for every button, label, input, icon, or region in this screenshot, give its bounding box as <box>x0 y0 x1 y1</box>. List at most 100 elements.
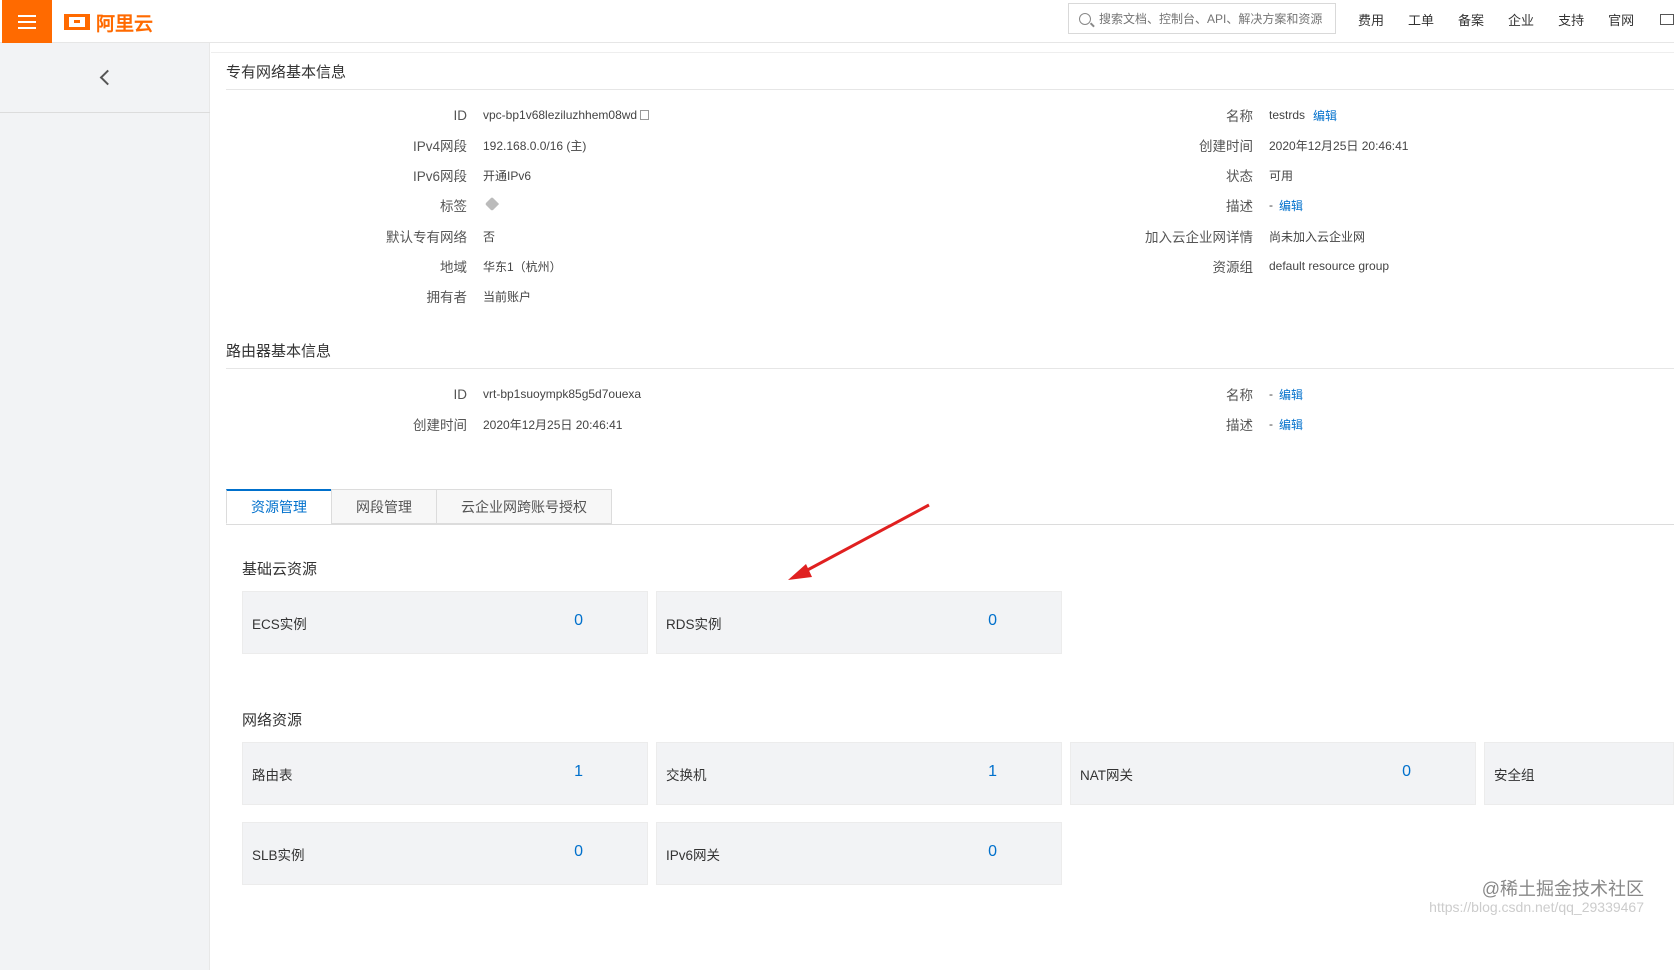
vpc-cen-row: 加入云企业网详情 尚未加入云企业网 <box>1041 227 1366 246</box>
divider <box>226 524 1674 525</box>
vpc-default-row: 默认专有网络 否 <box>271 227 495 246</box>
message-icon[interactable] <box>1660 13 1674 25</box>
nav-official-site[interactable]: 官网 <box>1608 10 1634 29</box>
router-created-label: 创建时间 <box>413 418 467 433</box>
nat-gateway-card[interactable]: NAT网关 0 <box>1070 742 1476 805</box>
card-label: 安全组 <box>1494 767 1535 783</box>
route-table-count[interactable]: 1 <box>574 763 583 781</box>
vpc-id-label: ID <box>453 107 468 123</box>
router-section-title: 路由器基本信息 <box>226 343 332 360</box>
top-nav: 费用 工单 备案 企业 支持 官网 <box>1358 0 1674 38</box>
aliyun-logo[interactable]: 阿里云 <box>64 8 153 36</box>
cen-label: 加入云企业网详情 <box>1145 230 1253 245</box>
router-id-value: vrt-bp1suoympk85g5d7ouexa <box>483 387 642 401</box>
ecs-count[interactable]: 0 <box>574 612 583 630</box>
edit-router-name-link[interactable]: 编辑 <box>1279 386 1303 403</box>
enable-ipv6-link[interactable]: 开通IPv6 <box>483 167 531 184</box>
router-desc-row: 描述 - 编辑 <box>1041 415 1303 433</box>
cen-value: 尚未加入云企业网 <box>1269 229 1366 244</box>
vpc-tag-row: 标签 <box>271 196 500 214</box>
card-label: ECS实例 <box>252 616 307 632</box>
router-description-label: 描述 <box>1226 418 1253 433</box>
vpc-ipv6-row: IPv6网段 开通IPv6 <box>271 166 531 185</box>
aliyun-logo-icon <box>64 14 90 30</box>
resource-tabs: 资源管理 网段管理 云企业网跨账号授权 <box>226 489 612 525</box>
router-name-row: 名称 - 编辑 <box>1041 385 1303 403</box>
back-button[interactable] <box>0 43 210 113</box>
copy-icon[interactable] <box>640 110 650 120</box>
vpc-desc-row: 描述 - 编辑 <box>1041 196 1303 214</box>
slb-count[interactable]: 0 <box>574 843 583 861</box>
vpc-status-row: 状态 可用 <box>1041 166 1294 185</box>
nav-ticket[interactable]: 工单 <box>1408 10 1434 29</box>
resource-group-label: 资源组 <box>1212 260 1254 275</box>
top-bar: 阿里云 费用 工单 备案 企业 支持 官网 <box>0 0 1674 43</box>
card-label: 路由表 <box>252 767 293 783</box>
owner-value: 当前账户 <box>483 289 532 304</box>
basic-resources-title: 基础云资源 <box>242 561 318 578</box>
tab-cen-authorization[interactable]: 云企业网跨账号授权 <box>436 489 612 524</box>
vpc-region-row: 地域 华东1（杭州） <box>271 257 562 276</box>
watermark: @稀土掘金技术社区 https://blog.csdn.net/qq_29339… <box>1429 879 1644 915</box>
vswitch-card[interactable]: 交换机 1 <box>656 742 1062 805</box>
description-label: 描述 <box>1226 199 1253 214</box>
router-id-label: ID <box>453 386 468 402</box>
rds-count[interactable]: 0 <box>988 612 997 630</box>
vswitch-count[interactable]: 1 <box>988 763 997 781</box>
tab-cidr-management[interactable]: 网段管理 <box>331 489 437 524</box>
nav-enterprise[interactable]: 企业 <box>1508 10 1534 29</box>
hamburger-icon <box>18 14 36 29</box>
rds-card[interactable]: RDS实例 0 <box>656 591 1062 654</box>
menu-button[interactable] <box>2 0 52 43</box>
router-id-row: ID vrt-bp1suoympk85g5d7ouexa <box>271 385 642 403</box>
nav-fee[interactable]: 费用 <box>1358 10 1384 29</box>
nav-filing[interactable]: 备案 <box>1458 10 1484 29</box>
route-table-card[interactable]: 路由表 1 <box>242 742 648 805</box>
ipv6-gateway-count[interactable]: 0 <box>988 843 997 861</box>
vpc-resource-group-row: 资源组 default resource group <box>1041 257 1390 275</box>
global-search[interactable] <box>1068 3 1336 34</box>
status-badge: 可用 <box>1269 168 1294 183</box>
vpc-name-row: 名称 testrds 编辑 <box>1041 106 1337 124</box>
security-group-card[interactable]: 安全组 <box>1484 742 1674 805</box>
search-icon <box>1079 12 1091 25</box>
edit-router-description-link[interactable]: 编辑 <box>1279 416 1303 433</box>
ecs-card[interactable]: ECS实例 0 <box>242 591 648 654</box>
edit-name-link[interactable]: 编辑 <box>1313 107 1337 124</box>
edit-description-link[interactable]: 编辑 <box>1279 197 1303 214</box>
description-value: - <box>1269 198 1273 212</box>
nav-support[interactable]: 支持 <box>1558 10 1584 29</box>
name-label: 名称 <box>1226 109 1253 124</box>
router-created-row: 创建时间 2020年12月25日 20:46:41 <box>271 415 623 434</box>
region-label: 地域 <box>440 260 467 275</box>
status-label: 状态 <box>1226 169 1253 184</box>
owner-label: 拥有者 <box>426 290 468 305</box>
vpc-owner-row: 拥有者 当前账户 <box>271 287 532 306</box>
vpc-ipv4-row: IPv4网段 192.168.0.0/16 (主) <box>271 136 586 155</box>
tag-label: 标签 <box>440 199 467 214</box>
created-value: 2020年12月25日 20:46:41 <box>1269 138 1409 153</box>
search-input[interactable] <box>1099 11 1327 26</box>
tag-icon[interactable] <box>484 196 500 212</box>
tag-value <box>483 196 500 212</box>
ipv4-label: IPv4网段 <box>412 139 467 154</box>
card-label: IPv6网关 <box>666 847 721 863</box>
name-value: testrds <box>1269 108 1306 122</box>
vpc-id-row: ID vpc-bp1v68leziluzhhem08wd <box>271 106 650 124</box>
default-vpc-label: 默认专有网络 <box>386 230 467 245</box>
divider <box>226 89 1674 90</box>
card-label: SLB实例 <box>252 847 305 863</box>
card-label: 交换机 <box>666 767 707 783</box>
watermark-line2: https://blog.csdn.net/qq_29339467 <box>1429 898 1644 915</box>
slb-card[interactable]: SLB实例 0 <box>242 822 648 885</box>
router-name-label: 名称 <box>1226 388 1253 403</box>
card-label: RDS实例 <box>666 616 722 632</box>
router-created-value: 2020年12月25日 20:46:41 <box>483 417 623 432</box>
tab-resource-management[interactable]: 资源管理 <box>226 489 332 524</box>
ipv6-gateway-card[interactable]: IPv6网关 0 <box>656 822 1062 885</box>
chevron-left-icon <box>99 69 115 86</box>
vpc-section-title: 专有网络基本信息 <box>226 64 347 81</box>
nat-gateway-count[interactable]: 0 <box>1402 763 1411 781</box>
ipv6-label: IPv6网段 <box>412 169 467 184</box>
region-value: 华东1（杭州） <box>483 259 562 274</box>
